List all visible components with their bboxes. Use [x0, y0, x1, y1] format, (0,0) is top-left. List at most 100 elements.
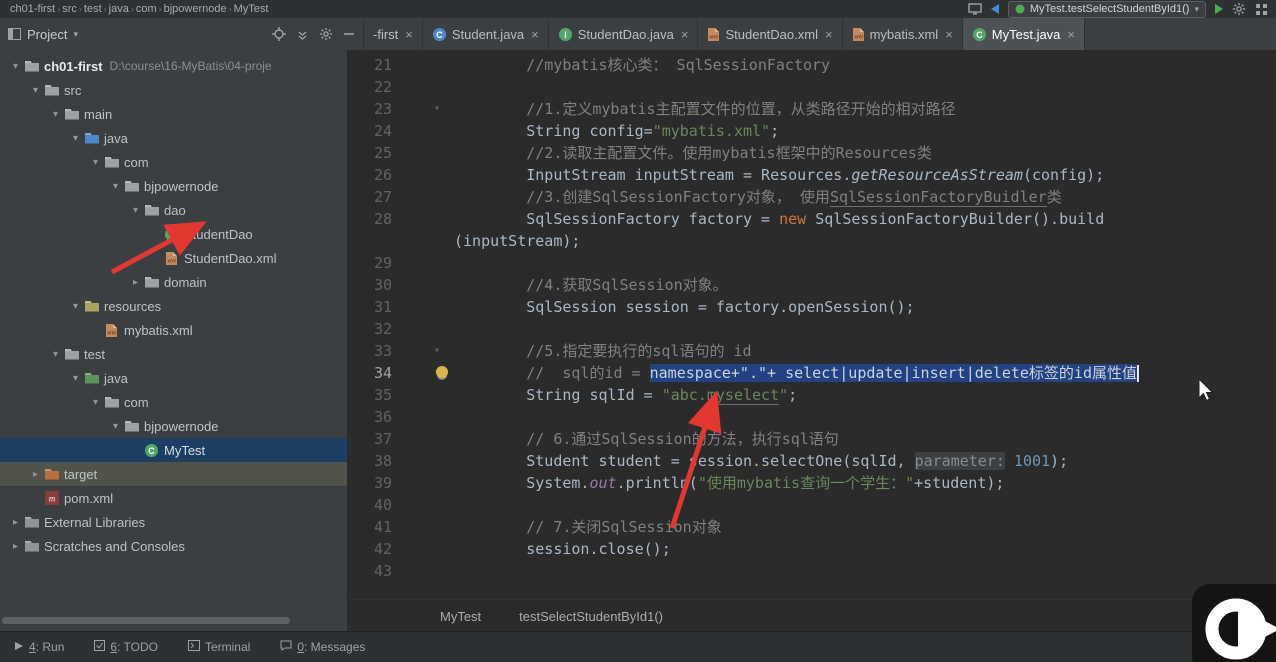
close-icon[interactable]: ×: [945, 27, 953, 42]
run-configuration-select[interactable]: MyTest.testSelectStudentById1() ▾: [1007, 0, 1206, 18]
intention-bulb-icon[interactable]: [436, 366, 448, 378]
statusbar-item--run[interactable]: 4: Run: [14, 640, 64, 654]
chevron-right-icon[interactable]: ▸: [8, 541, 23, 552]
code-line[interactable]: System.out.println("使用mybatis查询一个学生："+st…: [454, 472, 1276, 494]
settings-gear-icon[interactable]: [1232, 2, 1246, 16]
tree-item-mytest[interactable]: C MyTest: [0, 438, 347, 462]
line-number[interactable]: 38: [348, 450, 454, 472]
code-line[interactable]: //mybatis核心类： SqlSessionFactory: [454, 54, 1276, 76]
statusbar-item--todo[interactable]: 6: TODO: [94, 640, 158, 654]
fold-marker-icon[interactable]: ▾: [434, 340, 440, 362]
breadcrumb-item[interactable]: test: [82, 3, 104, 15]
line-number[interactable]: 35: [348, 384, 454, 406]
close-icon[interactable]: ×: [531, 27, 539, 42]
code-line[interactable]: [454, 318, 1276, 340]
code-line[interactable]: [454, 560, 1276, 582]
back-arrow-icon[interactable]: [990, 4, 999, 14]
breadcrumb-item[interactable]: MyTest: [232, 3, 271, 15]
line-number[interactable]: [348, 230, 454, 252]
chevron-down-icon[interactable]: ▾: [108, 421, 123, 432]
code-line[interactable]: //4.获取SqlSession对象。: [454, 274, 1276, 296]
line-number[interactable]: 31: [348, 296, 454, 318]
tree-item-src[interactable]: ▾ src: [0, 78, 347, 102]
chevron-down-icon[interactable]: ▾: [68, 133, 83, 144]
breadcrumb-item[interactable]: src: [60, 3, 79, 15]
code-line[interactable]: //1.定义mybatis主配置文件的位置，从类路径开始的相对路径: [454, 98, 1276, 120]
chevron-down-icon[interactable]: ▾: [48, 349, 63, 360]
breadcrumb-item[interactable]: ch01-first: [8, 3, 57, 15]
line-number[interactable]: 37: [348, 428, 454, 450]
tree-item-java[interactable]: ▾ java: [0, 126, 347, 150]
code-line[interactable]: String config="mybatis.xml";: [454, 120, 1276, 142]
line-number[interactable]: 23 ▾: [348, 98, 454, 120]
tree-item-studentdao-xml[interactable]: xml StudentDao.xml: [0, 246, 347, 270]
line-number[interactable]: 28: [348, 208, 454, 230]
line-number[interactable]: 40: [348, 494, 454, 516]
tree-item-target[interactable]: ▸ target: [0, 462, 347, 486]
tree-item-scratches-and-consoles[interactable]: ▸ Scratches and Consoles: [0, 534, 347, 558]
tree-item-mybatis-xml[interactable]: xml mybatis.xml: [0, 318, 347, 342]
monitor-icon[interactable]: [968, 3, 982, 15]
chevron-right-icon[interactable]: ▸: [8, 517, 23, 528]
code-line[interactable]: //5.指定要执行的sql语句的 id: [454, 340, 1276, 362]
breadcrumb-item[interactable]: com: [134, 3, 159, 15]
line-number[interactable]: 29: [348, 252, 454, 274]
tree-item-com[interactable]: ▾ com: [0, 390, 347, 414]
code-line[interactable]: [454, 252, 1276, 274]
line-number[interactable]: 27: [348, 186, 454, 208]
line-number[interactable]: 41: [348, 516, 454, 538]
tree-item-ch01-first[interactable]: ▾ ch01-first D:\course\16-MyBatis\04-proje: [0, 54, 347, 78]
editor-tab-student-java[interactable]: C Student.java ×: [423, 18, 549, 50]
tree-item-studentdao[interactable]: I StudentDao: [0, 222, 347, 246]
code-line[interactable]: // sql的id = namespace+"."+ select|update…: [454, 362, 1276, 384]
chevron-down-icon[interactable]: ▾: [28, 85, 43, 96]
code-line[interactable]: String sqlId = "abc.myselect";: [454, 384, 1276, 406]
chevron-down-icon[interactable]: ▾: [128, 205, 143, 216]
code-line[interactable]: // 7.关闭SqlSession对象: [454, 516, 1276, 538]
statusbar-item-terminal[interactable]: Terminal: [187, 640, 250, 654]
editor-tab-studentdao-xml[interactable]: xml StudentDao.xml ×: [698, 18, 843, 50]
editor-tab-mytest-java[interactable]: C MyTest.java ×: [962, 18, 1086, 50]
chevron-down-icon[interactable]: ▾: [68, 373, 83, 384]
chevron-down-icon[interactable]: ▾: [88, 397, 103, 408]
breadcrumb-item[interactable]: testSelectStudentById1(): [519, 609, 663, 624]
code-line[interactable]: [454, 406, 1276, 428]
line-number[interactable]: 43: [348, 560, 454, 582]
code-line[interactable]: //2.读取主配置文件。使用mybatis框架中的Resources类: [454, 142, 1276, 164]
chevron-down-icon[interactable]: ▾: [88, 157, 103, 168]
tree-item-main[interactable]: ▾ main: [0, 102, 347, 126]
line-number[interactable]: 30: [348, 274, 454, 296]
chevron-right-icon[interactable]: ▸: [28, 469, 43, 480]
code-line[interactable]: (inputStream);: [454, 230, 1276, 252]
project-panel-title[interactable]: Project: [27, 27, 67, 42]
code-line[interactable]: // 6.通过SqlSession的方法，执行sql语句: [454, 428, 1276, 450]
breadcrumb-item[interactable]: java: [107, 3, 131, 15]
line-number[interactable]: 25: [348, 142, 454, 164]
close-icon[interactable]: ×: [681, 27, 689, 42]
code-line[interactable]: session.close();: [454, 538, 1276, 560]
breadcrumb-item[interactable]: MyTest: [440, 609, 481, 624]
tree-item-bjpowernode[interactable]: ▾ bjpowernode: [0, 174, 347, 198]
hide-panel-icon[interactable]: [343, 28, 355, 40]
collapse-all-icon[interactable]: [296, 28, 309, 41]
tree-item-domain[interactable]: ▸ domain: [0, 270, 347, 294]
panel-settings-gear-icon[interactable]: [319, 27, 333, 41]
line-number[interactable]: 24: [348, 120, 454, 142]
tree-item-com[interactable]: ▾ com: [0, 150, 347, 174]
chevron-down-icon[interactable]: ▾: [8, 61, 23, 72]
line-number[interactable]: 21: [348, 54, 454, 76]
close-icon[interactable]: ×: [405, 27, 413, 42]
chevron-down-icon[interactable]: ▾: [48, 109, 63, 120]
grid-icon[interactable]: [1255, 3, 1268, 16]
line-number[interactable]: 26: [348, 164, 454, 186]
chevron-down-icon[interactable]: ▾: [68, 301, 83, 312]
locate-file-icon[interactable]: [272, 27, 286, 41]
code-line[interactable]: InputStream inputStream = Resources.getR…: [454, 164, 1276, 186]
chevron-down-icon[interactable]: ▾: [108, 181, 123, 192]
chevron-right-icon[interactable]: ▸: [128, 277, 143, 288]
code-line[interactable]: //3.创建SqlSessionFactory对象， 使用SqlSessionF…: [454, 186, 1276, 208]
fold-marker-icon[interactable]: ▾: [434, 98, 440, 120]
run-button[interactable]: [1215, 4, 1223, 14]
line-number[interactable]: 39: [348, 472, 454, 494]
horizontal-scrollbar[interactable]: [2, 617, 290, 624]
